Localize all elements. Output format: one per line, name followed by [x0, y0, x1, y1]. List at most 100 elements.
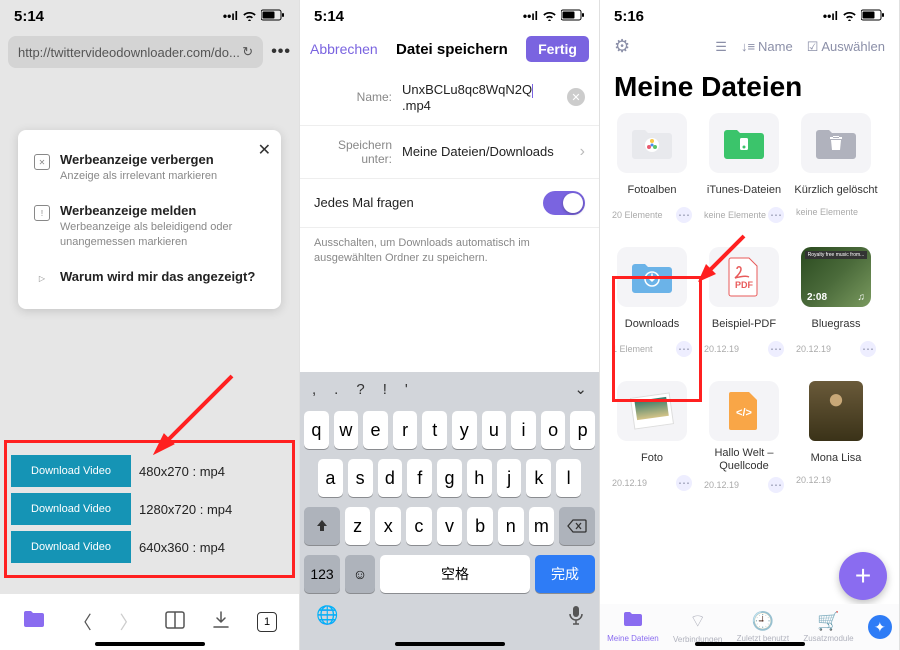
more-icon[interactable]: ⋯	[676, 475, 692, 491]
add-button[interactable]: +	[839, 552, 887, 600]
clock-icon: 🕘	[752, 611, 774, 632]
close-icon[interactable]: ✕	[258, 140, 271, 160]
key[interactable]: c	[406, 507, 432, 545]
key[interactable]: v	[437, 507, 463, 545]
forward-icon[interactable]: 〉	[120, 609, 138, 635]
shift-key[interactable]	[304, 507, 340, 545]
cancel-button[interactable]: Abbrechen	[310, 41, 378, 57]
key[interactable]: m	[529, 507, 555, 545]
more-icon[interactable]: ⋯	[768, 477, 784, 493]
ask-toggle[interactable]	[543, 191, 585, 215]
browser-button[interactable]: ✦	[868, 615, 892, 639]
key[interactable]: i	[511, 411, 536, 449]
key[interactable]: t	[422, 411, 447, 449]
ad-why[interactable]: ▷ Warum wird mir das angezeigt?	[30, 259, 269, 297]
key[interactable]: o	[541, 411, 566, 449]
key[interactable]: d	[378, 459, 403, 497]
tile-code[interactable]: </> Hallo Welt – Quellcode 20.12.19⋯	[700, 381, 788, 511]
done-button[interactable]: Fertig	[526, 36, 589, 62]
key[interactable]: s	[348, 459, 373, 497]
punct-key[interactable]: ?	[356, 381, 364, 398]
save-path: Meine Dateien/Downloads	[402, 144, 570, 159]
downloads-icon[interactable]	[213, 611, 229, 634]
key[interactable]: u	[482, 411, 507, 449]
tab-connections[interactable]: ⌔ Verbindungen	[673, 610, 722, 644]
back-icon[interactable]: 〈	[74, 609, 92, 635]
numbers-key[interactable]: 123	[304, 555, 340, 593]
panel-save-dialog: 5:14 ••ıl Abbrechen Datei speichern Fert…	[300, 0, 600, 650]
key[interactable]: l	[556, 459, 581, 497]
confirm-key[interactable]: 完成	[535, 555, 595, 593]
key[interactable]: q	[304, 411, 329, 449]
key[interactable]: b	[467, 507, 493, 545]
key[interactable]: h	[467, 459, 492, 497]
page-title: Meine Dateien	[600, 65, 899, 113]
alert-box-icon: !	[34, 205, 50, 221]
tab-addons[interactable]: 🛒 Zusatzmodule	[803, 611, 853, 643]
tile-image[interactable]: Mona Lisa 20.12.19	[792, 381, 880, 511]
dialog-title: Datei speichern	[396, 41, 508, 58]
key[interactable]: g	[437, 459, 462, 497]
tab-recent[interactable]: 🕘 Zuletzt benutzt	[737, 611, 789, 643]
save-label: Speichern unter:	[314, 138, 392, 166]
mic-icon[interactable]	[569, 605, 583, 630]
keyboard-row-1: q w e r t y u i o p	[300, 406, 599, 454]
more-icon[interactable]: ⋯	[860, 341, 876, 357]
clock: 5:14	[314, 8, 344, 25]
download-button[interactable]: Download Video	[11, 531, 131, 563]
ad-report[interactable]: ! Werbeanzeige melden Werbeanzeige als b…	[30, 193, 269, 259]
punct-key[interactable]: '	[405, 381, 408, 398]
key[interactable]: x	[375, 507, 401, 545]
globe-icon[interactable]: 🌐	[316, 605, 338, 630]
more-icon[interactable]: ⋯	[768, 341, 784, 357]
key[interactable]: e	[363, 411, 388, 449]
download-button[interactable]: Download Video	[11, 455, 131, 487]
tile-name: Bluegrass	[812, 313, 861, 337]
key[interactable]: w	[334, 411, 359, 449]
settings-icon[interactable]: ⚙	[614, 36, 630, 57]
key[interactable]: k	[526, 459, 551, 497]
space-key[interactable]: 空格	[380, 555, 530, 593]
name-input[interactable]: UnxBCLu8qc8WqN2Q.mp4	[402, 82, 557, 113]
punct-key[interactable]: !	[383, 381, 387, 398]
emoji-key[interactable]: ☺	[345, 555, 375, 593]
sort-button[interactable]: ↓≡ Name	[741, 39, 793, 54]
collapse-keyboard-icon[interactable]: ⌄	[574, 380, 587, 398]
download-button[interactable]: Download Video	[11, 493, 131, 525]
clear-icon[interactable]: ✕	[567, 88, 585, 106]
tile-trash[interactable]: Kürzlich gelöscht keine Elemente	[792, 113, 880, 243]
files-icon[interactable]	[22, 609, 46, 635]
wifi-icon: ⌔	[689, 610, 706, 633]
download-row: Download Video 640x360 : mp4	[11, 531, 288, 563]
key[interactable]: a	[318, 459, 343, 497]
tile-video[interactable]: Royalty free music from...2:08♫ Bluegras…	[792, 247, 880, 377]
url-bar[interactable]: http://twittervideodownloader.com/do... …	[8, 36, 263, 68]
punct-key[interactable]: .	[334, 381, 338, 398]
ad-hide[interactable]: ✕ Werbeanzeige verbergen Anzeige als irr…	[30, 142, 269, 193]
backspace-key[interactable]	[559, 507, 595, 545]
ask-row: Jedes Mal fragen	[300, 179, 599, 228]
list-view-icon[interactable]: ☰	[715, 39, 727, 55]
bookmarks-icon[interactable]	[165, 611, 185, 634]
save-location-row[interactable]: Speichern unter: Meine Dateien/Downloads…	[300, 126, 599, 179]
key[interactable]: r	[393, 411, 418, 449]
more-icon[interactable]: ⋯	[676, 207, 692, 223]
key[interactable]: f	[407, 459, 432, 497]
audio-icon: ♫	[858, 292, 866, 303]
refresh-icon[interactable]: ↻	[242, 44, 253, 60]
key[interactable]: p	[570, 411, 595, 449]
more-icon[interactable]: •••	[271, 43, 291, 61]
select-button[interactable]: ☑ Auswählen	[807, 39, 885, 55]
tile-meta: keine Elemente	[796, 207, 858, 217]
tabs-button[interactable]: 1	[257, 612, 277, 632]
more-icon[interactable]: ⋯	[768, 207, 784, 223]
key[interactable]: z	[345, 507, 371, 545]
tile-photos[interactable]: Fotoalben 20 Elemente⋯	[608, 113, 696, 243]
key[interactable]: n	[498, 507, 524, 545]
tile-itunes[interactable]: iTunes-Dateien keine Elemente⋯	[700, 113, 788, 243]
punct-key[interactable]: ,	[312, 381, 316, 398]
key[interactable]: j	[497, 459, 522, 497]
tab-files[interactable]: Meine Dateien	[607, 611, 659, 643]
key[interactable]: y	[452, 411, 477, 449]
ask-label: Jedes Mal fragen	[314, 195, 533, 210]
